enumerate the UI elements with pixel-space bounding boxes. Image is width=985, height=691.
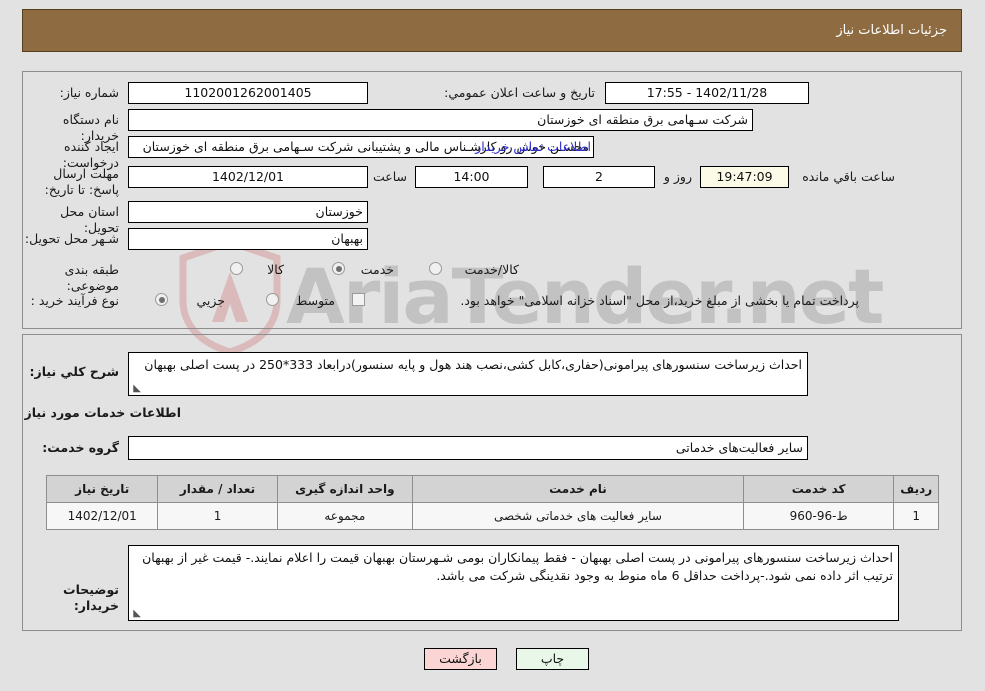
services-heading: اطلاعات خدمات مورد نیاز — [24, 405, 182, 420]
announce-label: تاریخ و ساعت اعلان عمومي: — [444, 85, 595, 100]
hour-label: ساعت — [372, 169, 407, 184]
process-label: نوع فرآیند خرید : — [30, 293, 119, 308]
remaining-days: 2 — [543, 166, 655, 188]
col-code: کد خدمت — [742, 475, 895, 503]
buyer-notes-label: توضیحات خریدار: — [63, 582, 119, 613]
announce-value: 1402/11/28 - 17:55 — [605, 82, 809, 104]
treasury-bond-note: پرداخت تمام یا بخشی از مبلغ خرید،از محل … — [460, 293, 859, 308]
print-button[interactable]: چاپ — [516, 648, 589, 670]
cell-unit: مجموعه — [276, 502, 414, 530]
province-value: خوزستان — [128, 201, 368, 223]
col-name: نام خدمت — [412, 475, 744, 503]
radio-category-kala-khedmat-label: کالا/خدمت — [464, 262, 519, 277]
countdown-timer: 19:47:09 — [700, 166, 789, 188]
need-number-label: شماره نیاز: — [59, 85, 119, 100]
deadline-date: 1402/12/01 — [128, 166, 368, 188]
cell-code: ط-96-960 — [742, 502, 895, 530]
radio-process-jozii-label: جزیي — [196, 293, 225, 308]
summary-text: احداث زیرساخت سنسورهای پیرامونی(حفاری،کا… — [144, 357, 802, 372]
radio-process-motevaset[interactable] — [266, 293, 279, 306]
resize-grip-icon[interactable]: ◣ — [131, 384, 141, 394]
col-radif: ردیف — [893, 475, 939, 503]
radio-process-motevaset-label: متوسط — [295, 293, 335, 308]
col-unit: واحد اندازه گیری — [276, 475, 414, 503]
radio-category-kala[interactable] — [230, 262, 243, 275]
service-group-value: سایر فعالیت‌های خدماتی — [128, 436, 808, 460]
radio-category-khedmat-label: خدمت — [360, 262, 394, 277]
cell-qty: 1 — [157, 502, 278, 530]
col-qty: تعداد / مقدار — [157, 475, 278, 503]
cell-name: سایر فعالیت های خدماتی شخصی — [412, 502, 744, 530]
summary-textarea[interactable]: احداث زیرساخت سنسورهای پیرامونی(حفاری،کا… — [128, 352, 808, 396]
resize-grip-icon[interactable]: ◣ — [131, 609, 141, 619]
cell-radif: 1 — [893, 502, 939, 530]
page-header: جزئیات اطلاعات نیاز — [22, 9, 962, 52]
countdown-label: ساعت باقي مانده — [802, 169, 895, 184]
back-button[interactable]: بازگشت — [424, 648, 497, 670]
page-title: جزئیات اطلاعات نیاز — [836, 23, 947, 38]
buyer-notes-textarea[interactable]: احداث زیرساخت سنسورهای پیرامونی در پست ا… — [128, 545, 899, 621]
radio-category-kala-khedmat[interactable] — [429, 262, 442, 275]
radio-category-khedmat[interactable] — [332, 262, 345, 275]
radio-process-jozii[interactable] — [155, 293, 168, 306]
buyer-notes-text: احداث زیرساخت سنسورهای پیرامونی در پست ا… — [142, 550, 893, 583]
summary-label: شرح کلي نیاز: — [29, 364, 119, 379]
city-label: شـهر محل تحویل: — [24, 231, 119, 246]
deadline-time: 14:00 — [415, 166, 528, 188]
need-number-value: 1102001262001405 — [128, 82, 368, 104]
treasury-bond-checkbox[interactable] — [352, 293, 365, 306]
city-value: بهبهان — [128, 228, 368, 250]
col-date: تاریخ نیاز — [45, 475, 159, 503]
cell-date: 1402/12/01 — [45, 502, 159, 530]
buyer-contact-link[interactable]: اطلاعات تماس خریدار — [475, 139, 591, 154]
table-row: 1 ط-96-960 سایر فعالیت های خدماتی شخصی م… — [45, 502, 939, 530]
days-label: روز و — [663, 169, 692, 184]
services-table: ردیف کد خدمت نام خدمت واحد اندازه گیری ت… — [45, 475, 939, 530]
table-header-row: ردیف کد خدمت نام خدمت واحد اندازه گیری ت… — [45, 475, 939, 503]
radio-category-kala-label: کالا — [267, 262, 284, 277]
buyer-org-value: شرکت سـهامی برق منطقه ای خوزستان — [128, 109, 753, 131]
deadline-label: مهلت ارسال پاسخ: تا تاریخ: — [44, 166, 119, 197]
category-label: طبقه بندی موضوعی: — [64, 262, 119, 293]
service-group-label: گروه خدمت: — [42, 440, 119, 455]
